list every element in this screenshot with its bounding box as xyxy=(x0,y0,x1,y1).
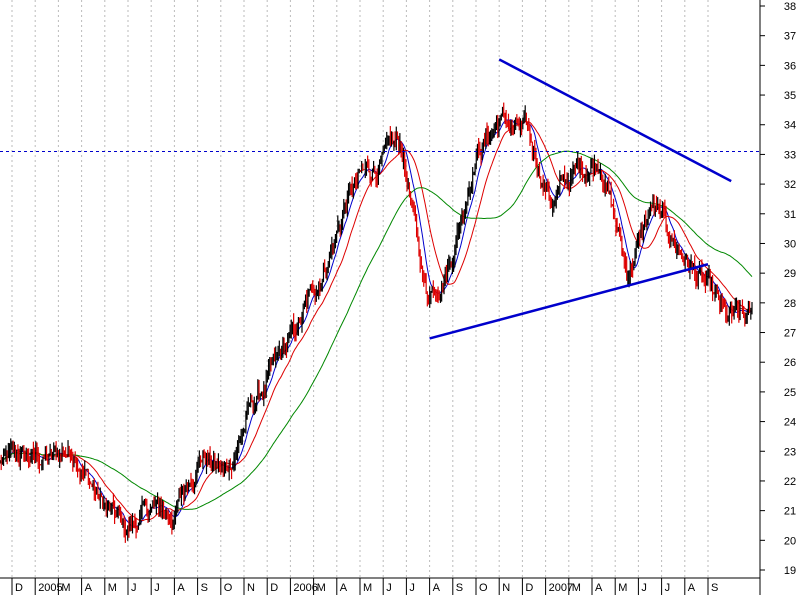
y-tick-label: 38 xyxy=(784,1,796,13)
y-tick-label: 31 xyxy=(784,209,796,221)
x-tick-label: D xyxy=(15,582,23,594)
stock-chart: D 2005 M A M J J A S O N D 2006 M A M J J A S O N D 2007 M A M J J A S… xyxy=(0,0,806,595)
y-tick-label: 35 xyxy=(784,90,796,102)
x-tick-label: N xyxy=(247,582,255,594)
x-tick-label: A xyxy=(85,582,93,594)
y-tick-label: 30 xyxy=(784,238,796,250)
y-tick-label: 27 xyxy=(784,328,796,340)
y-tick-label: 37 xyxy=(784,31,796,43)
x-tick-label: J xyxy=(386,582,392,594)
y-tick-label: 33 xyxy=(784,149,796,161)
x-tick-label: 2005 xyxy=(38,582,62,594)
price-bars xyxy=(0,102,753,543)
y-tick-label: 25 xyxy=(784,387,796,399)
x-tick-label: A xyxy=(177,582,185,594)
x-tick-label: S xyxy=(456,582,463,594)
x-tick-label: A xyxy=(595,582,603,594)
y-tick-label: 28 xyxy=(784,298,796,310)
x-tick-label: A xyxy=(688,582,696,594)
x-tick-label: M xyxy=(108,582,117,594)
y-tick-label: 29 xyxy=(784,268,796,280)
x-tick-label: O xyxy=(479,582,488,594)
x-tick-label: M xyxy=(363,582,372,594)
y-tick-label: 20 xyxy=(784,535,796,547)
x-tick-label: J xyxy=(665,582,671,594)
y-tick-label: 26 xyxy=(784,357,796,369)
x-tick-label: D xyxy=(525,582,533,594)
y-tick-label: 19 xyxy=(784,565,796,577)
vertical-grid xyxy=(11,0,709,578)
trendline xyxy=(498,58,732,183)
x-tick-label: O xyxy=(224,582,233,594)
x-tick-label: M xyxy=(317,582,326,594)
x-tick-label: J xyxy=(131,582,137,594)
x-tick-label: A xyxy=(433,582,441,594)
y-tick-label: 21 xyxy=(784,506,796,518)
x-tick-label: A xyxy=(340,582,348,594)
x-tick-label: S xyxy=(201,582,208,594)
x-tick-label: S xyxy=(711,582,718,594)
y-tick-label: 32 xyxy=(784,179,796,191)
x-tick-label: M xyxy=(61,582,70,594)
x-tick-label: D xyxy=(270,582,278,594)
y-tick-label: 36 xyxy=(784,60,796,72)
long-moving-average xyxy=(0,150,753,510)
x-tick-label: 2006 xyxy=(293,582,317,594)
y-tick-label: 34 xyxy=(784,120,796,132)
x-tick-label: J xyxy=(641,582,647,594)
y-tick-label: 23 xyxy=(784,446,796,458)
y-tick-label: 24 xyxy=(784,417,796,429)
x-tick-label: M xyxy=(572,582,581,594)
y-tick-label: 22 xyxy=(784,476,796,488)
chart-canvas: D 2005M A M J J A S O N D 2006M A M J J A S O N D 2007M A M J J A S… xyxy=(0,0,796,595)
x-tick-label: M xyxy=(618,582,627,594)
x-tick-label: N xyxy=(502,582,510,594)
x-tick-label: J xyxy=(409,582,415,594)
x-tick-label: 2007 xyxy=(549,582,573,594)
annotations xyxy=(0,58,760,340)
x-tick-label: J xyxy=(154,582,160,594)
